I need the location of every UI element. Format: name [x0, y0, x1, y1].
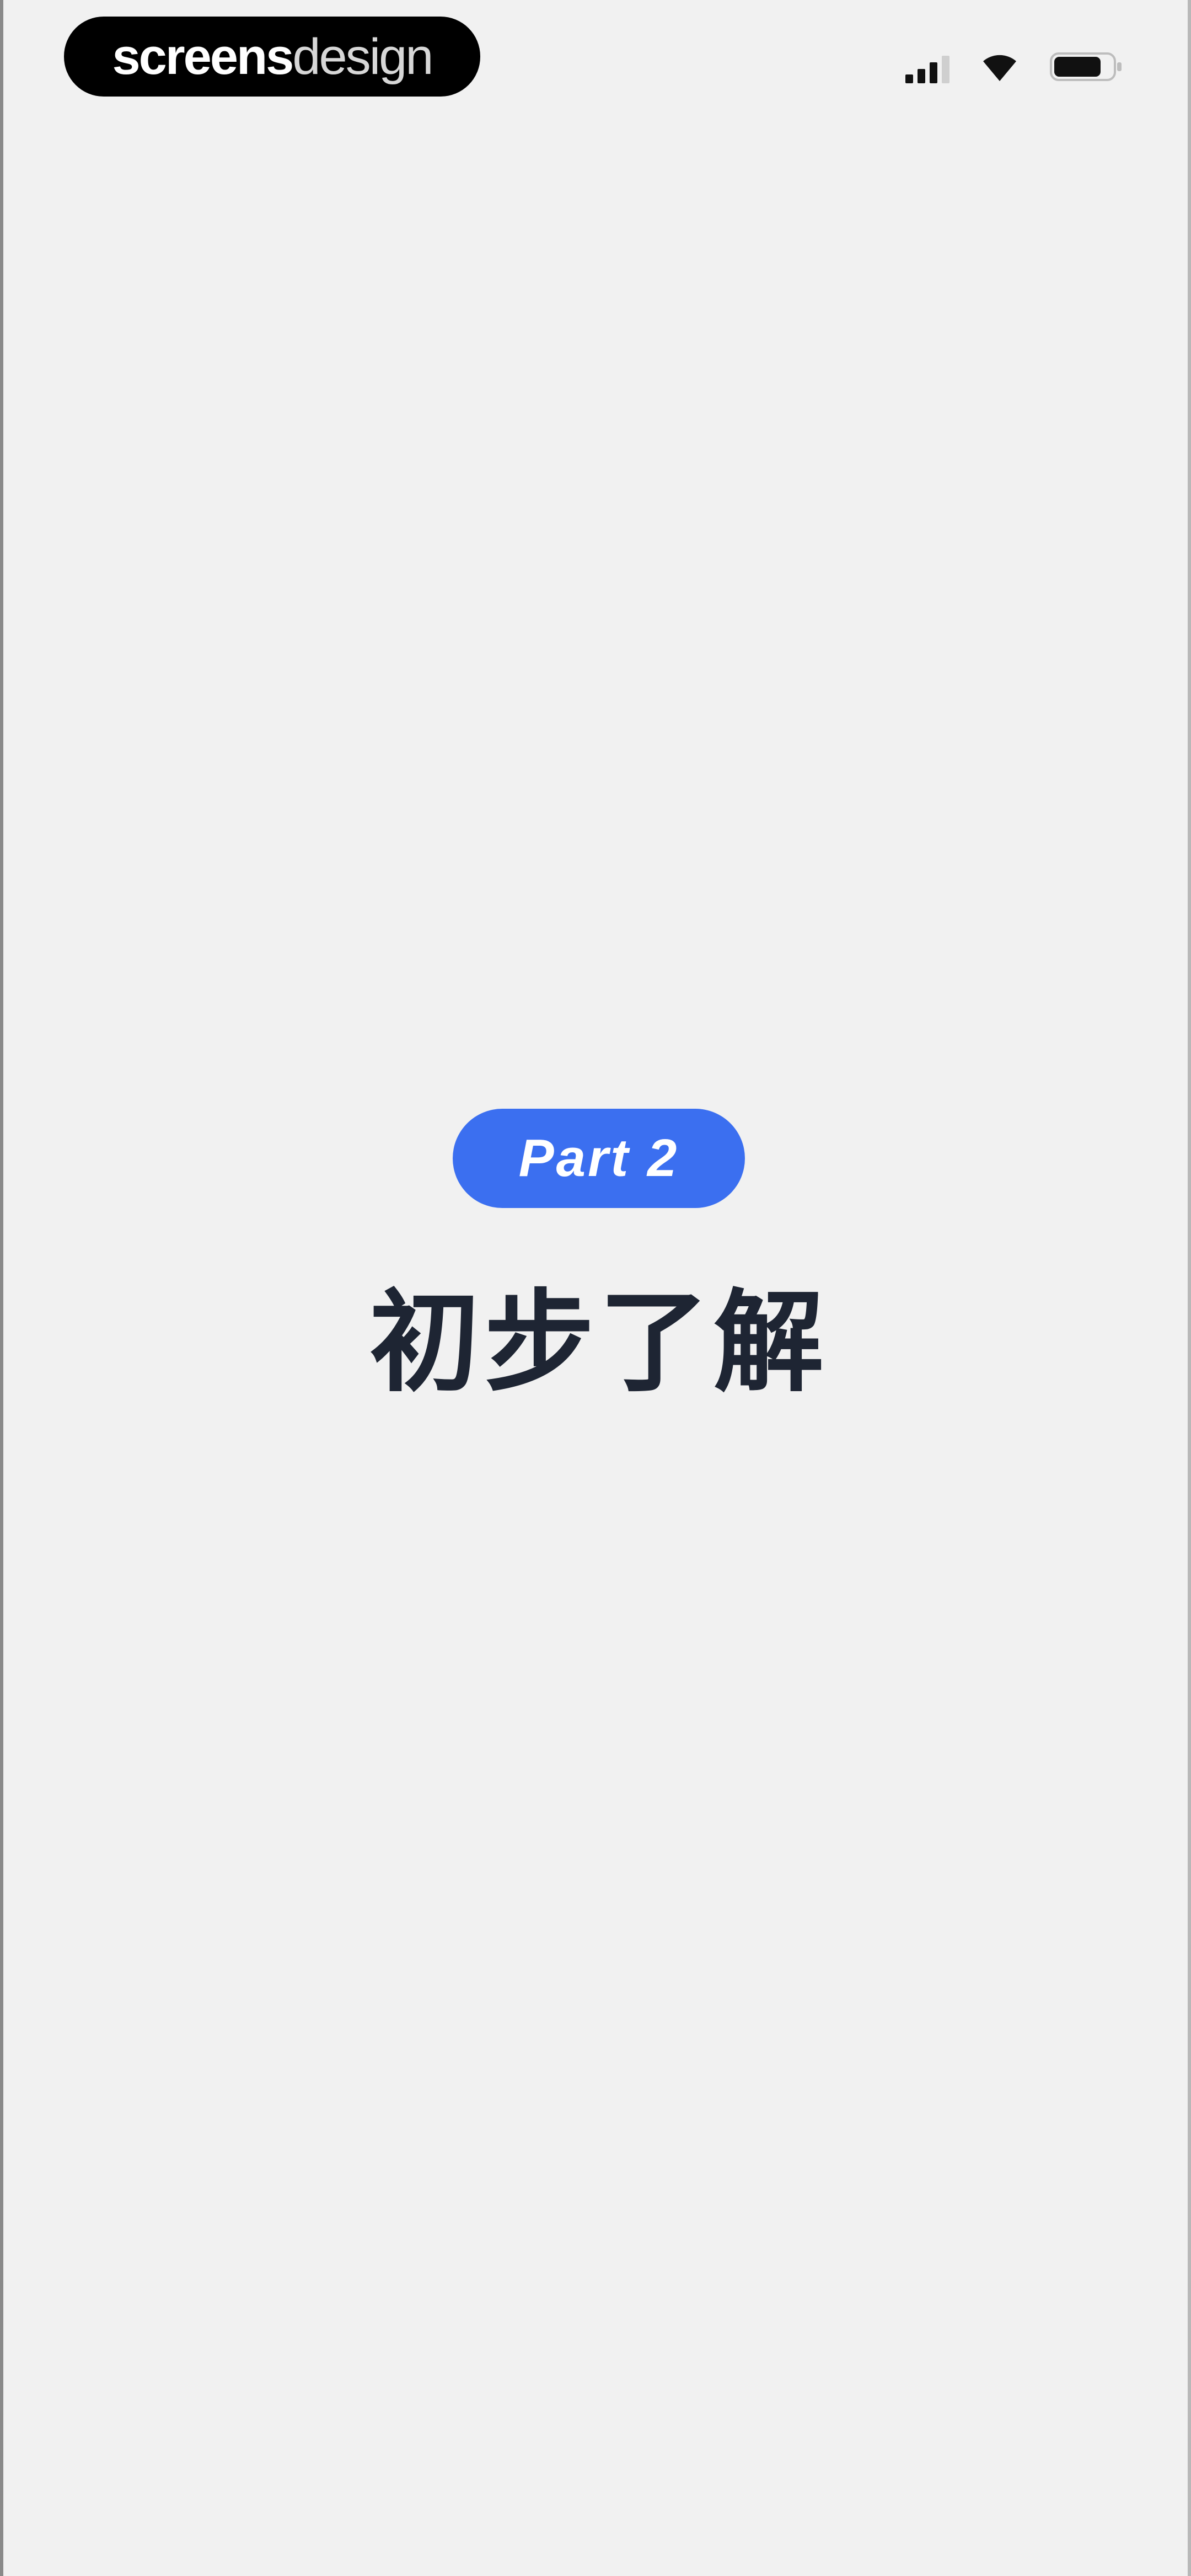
phone-screen: screensdesign Part 2 初步了解 [0, 0, 1191, 2576]
section-intro: Part 2 初步了解 [3, 1109, 1191, 1398]
status-indicators [905, 47, 1123, 86]
status-bar: screensdesign [3, 0, 1191, 116]
battery-icon [1050, 50, 1123, 83]
brand-logo-part1: screens [112, 28, 294, 85]
section-title: 初步了解 [369, 1279, 828, 1407]
brand-logo-text: screensdesign [112, 28, 434, 85]
brand-logo: screensdesign [64, 17, 480, 97]
part-badge: Part 2 [453, 1109, 745, 1208]
signal-icon [905, 50, 949, 83]
wifi-icon [980, 51, 1019, 82]
brand-logo-part2: design [292, 28, 433, 85]
